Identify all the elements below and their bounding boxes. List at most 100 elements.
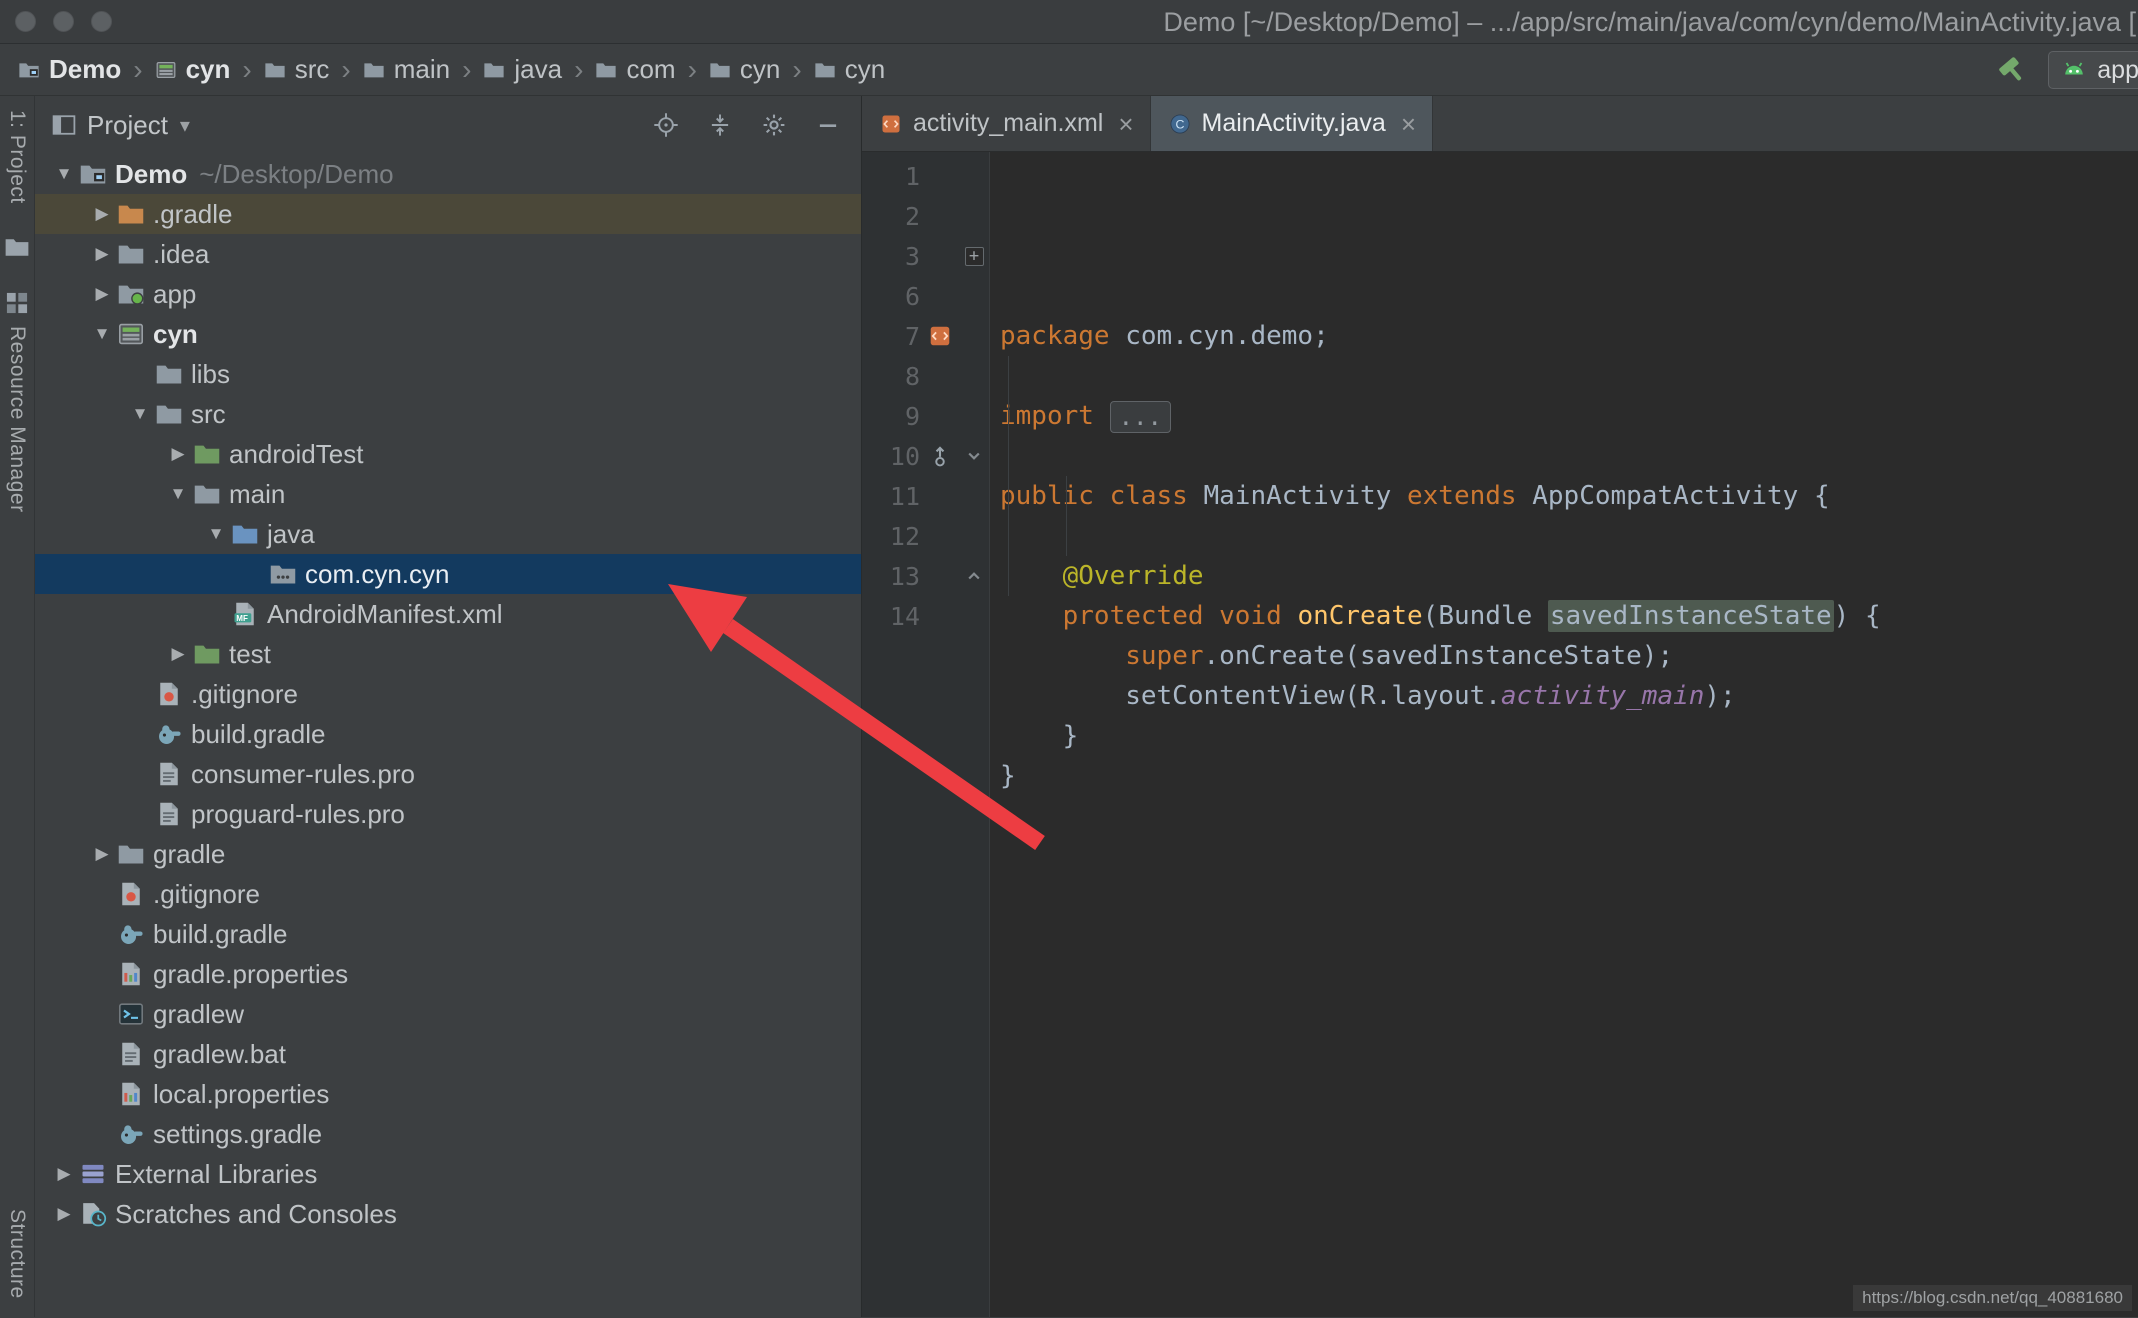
code-line[interactable]: public class MainActivity extends AppCom… bbox=[1000, 476, 2138, 516]
tree-item-androidmanifest-xml[interactable]: MFAndroidManifest.xml bbox=[35, 594, 861, 634]
close-window-button[interactable] bbox=[15, 11, 36, 32]
tree-item-gradle[interactable]: ▶.gradle bbox=[35, 194, 861, 234]
chevron-expanded-icon[interactable]: ▼ bbox=[87, 324, 117, 344]
breadcrumb-item-com[interactable]: com bbox=[595, 54, 675, 85]
code-area[interactable]: package com.cyn.demo; import ... public cl… bbox=[990, 152, 2138, 1317]
code-line[interactable]: super.onCreate(savedInstanceState); bbox=[1000, 636, 2138, 676]
code-line[interactable]: } bbox=[1000, 716, 2138, 756]
tree-item-idea[interactable]: ▶.idea bbox=[35, 234, 861, 274]
fold-plus-icon[interactable]: + bbox=[960, 247, 988, 266]
run-configuration-chip[interactable]: app bbox=[2048, 51, 2138, 89]
fold-down-icon[interactable] bbox=[960, 445, 988, 467]
gutter-row[interactable]: 9 bbox=[862, 396, 989, 436]
xml-layout-icon[interactable] bbox=[928, 324, 952, 348]
hide-icon[interactable] bbox=[815, 112, 841, 138]
tree-item-main[interactable]: ▼main bbox=[35, 474, 861, 514]
gutter-row[interactable]: 14 bbox=[862, 596, 989, 636]
chevron-expanded-icon[interactable]: ▼ bbox=[201, 524, 231, 544]
xml-layout-icon[interactable] bbox=[920, 324, 960, 348]
project-panel-title[interactable]: Project bbox=[87, 110, 168, 141]
zoom-window-button[interactable] bbox=[91, 11, 112, 32]
fold-up-icon[interactable] bbox=[960, 565, 988, 587]
override-icon[interactable] bbox=[928, 444, 952, 468]
breadcrumb-item-demo[interactable]: Demo bbox=[18, 54, 121, 85]
code-line[interactable]: protected void onCreate(Bundle savedInst… bbox=[1000, 596, 2138, 636]
code-line[interactable] bbox=[1000, 436, 2138, 476]
chevron-collapsed-icon[interactable]: ▶ bbox=[87, 844, 117, 864]
gutter-row[interactable]: 1 bbox=[862, 156, 989, 196]
tree-item-com-cyn-cyn[interactable]: com.cyn.cyn bbox=[35, 554, 861, 594]
code-line[interactable] bbox=[1000, 516, 2138, 556]
fold-expand-icon[interactable]: + bbox=[965, 247, 984, 266]
tree-item-libs[interactable]: libs bbox=[35, 354, 861, 394]
tree-item-consumer-rules-pro[interactable]: consumer-rules.pro bbox=[35, 754, 861, 794]
stripe-item-structure[interactable]: Structure bbox=[5, 1209, 29, 1299]
folded-imports[interactable]: ... bbox=[1110, 401, 1171, 433]
gutter-row[interactable]: 10 bbox=[862, 436, 989, 476]
tree-item-src[interactable]: ▼src bbox=[35, 394, 861, 434]
gutter-row[interactable]: 7 bbox=[862, 316, 989, 356]
chevron-collapsed-icon[interactable]: ▶ bbox=[49, 1204, 79, 1224]
code-line[interactable]: } bbox=[1000, 756, 2138, 796]
tree-item-proguard-rules-pro[interactable]: proguard-rules.pro bbox=[35, 794, 861, 834]
code-line[interactable]: @Override bbox=[1000, 556, 2138, 596]
chevron-collapsed-icon[interactable]: ▶ bbox=[163, 644, 193, 664]
chevron-collapsed-icon[interactable]: ▶ bbox=[87, 284, 117, 304]
chevron-collapsed-icon[interactable]: ▶ bbox=[87, 204, 117, 224]
tree-item-gradlew[interactable]: gradlew bbox=[35, 994, 861, 1034]
breadcrumb-item-src[interactable]: src bbox=[264, 54, 330, 85]
stripe-item-resource-manager[interactable]: Resource Manager bbox=[4, 290, 30, 513]
minimize-window-button[interactable] bbox=[53, 11, 74, 32]
breadcrumb-item-java[interactable]: java bbox=[483, 54, 562, 85]
chevron-expanded-icon[interactable]: ▼ bbox=[125, 404, 155, 424]
tree-item-gradlew-bat[interactable]: gradlew.bat bbox=[35, 1034, 861, 1074]
tree-item-androidtest[interactable]: ▶androidTest bbox=[35, 434, 861, 474]
stripe-item-stripe-folder[interactable] bbox=[4, 234, 30, 260]
tree-item-build-gradle[interactable]: build.gradle bbox=[35, 714, 861, 754]
tree-item-gradle-properties[interactable]: gradle.properties bbox=[35, 954, 861, 994]
code-line[interactable]: setContentView(R.layout.activity_main); bbox=[1000, 676, 2138, 716]
close-icon[interactable]: × bbox=[1401, 111, 1416, 137]
tree-item-gradle[interactable]: ▶gradle bbox=[35, 834, 861, 874]
fold-down-icon[interactable] bbox=[963, 445, 985, 467]
tree-item-gitignore[interactable]: .gitignore bbox=[35, 674, 861, 714]
chevron-collapsed-icon[interactable]: ▶ bbox=[49, 1164, 79, 1184]
build-hammer-icon[interactable] bbox=[1996, 54, 2028, 86]
stripe-item-1-project[interactable]: 1: Project bbox=[5, 110, 29, 204]
chevron-collapsed-icon[interactable]: ▶ bbox=[163, 444, 193, 464]
tree-item-demo[interactable]: ▼Demo~/Desktop/Demo bbox=[35, 154, 861, 194]
tree-item-external-libraries[interactable]: ▶External Libraries bbox=[35, 1154, 861, 1194]
code-line[interactable]: package com.cyn.demo; bbox=[1000, 316, 2138, 356]
breadcrumb-item-cyn[interactable]: cyn bbox=[814, 54, 885, 85]
settings-icon[interactable] bbox=[761, 112, 787, 138]
tab-mainactivity-java[interactable]: CMainActivity.java× bbox=[1151, 96, 1434, 151]
gutter-row[interactable]: 6 bbox=[862, 276, 989, 316]
tree-item-java[interactable]: ▼java bbox=[35, 514, 861, 554]
chevron-expanded-icon[interactable]: ▼ bbox=[49, 164, 79, 184]
tree-item-cyn[interactable]: ▼cyn bbox=[35, 314, 861, 354]
tree-item-test[interactable]: ▶test bbox=[35, 634, 861, 674]
override-icon[interactable] bbox=[920, 444, 960, 468]
gutter-row[interactable]: 8 bbox=[862, 356, 989, 396]
code-line[interactable]: import ... bbox=[1000, 396, 2138, 436]
chevron-expanded-icon[interactable]: ▼ bbox=[163, 484, 193, 504]
tree-item-scratches-and-consoles[interactable]: ▶Scratches and Consoles bbox=[35, 1194, 861, 1234]
close-icon[interactable]: × bbox=[1118, 111, 1133, 137]
gutter-row[interactable]: 11 bbox=[862, 476, 989, 516]
chevron-down-icon[interactable]: ▾ bbox=[180, 113, 190, 138]
tree-item-gitignore[interactable]: .gitignore bbox=[35, 874, 861, 914]
gutter-row[interactable]: 2 bbox=[862, 196, 989, 236]
gutter-row[interactable]: 12 bbox=[862, 516, 989, 556]
breadcrumb-item-cyn[interactable]: cyn bbox=[709, 54, 780, 85]
tab-activity-main-xml[interactable]: activity_main.xml× bbox=[862, 96, 1151, 151]
fold-up-icon[interactable] bbox=[963, 565, 985, 587]
tree-item-build-gradle[interactable]: build.gradle bbox=[35, 914, 861, 954]
collapse-all-icon[interactable] bbox=[707, 112, 733, 138]
locate-icon[interactable] bbox=[653, 112, 679, 138]
gutter-row[interactable]: 13 bbox=[862, 556, 989, 596]
tree-item-app[interactable]: ▶app bbox=[35, 274, 861, 314]
tree-item-settings-gradle[interactable]: settings.gradle bbox=[35, 1114, 861, 1154]
breadcrumb-item-main[interactable]: main bbox=[363, 54, 450, 85]
gutter-row[interactable]: 3+ bbox=[862, 236, 989, 276]
tree-item-local-properties[interactable]: local.properties bbox=[35, 1074, 861, 1114]
